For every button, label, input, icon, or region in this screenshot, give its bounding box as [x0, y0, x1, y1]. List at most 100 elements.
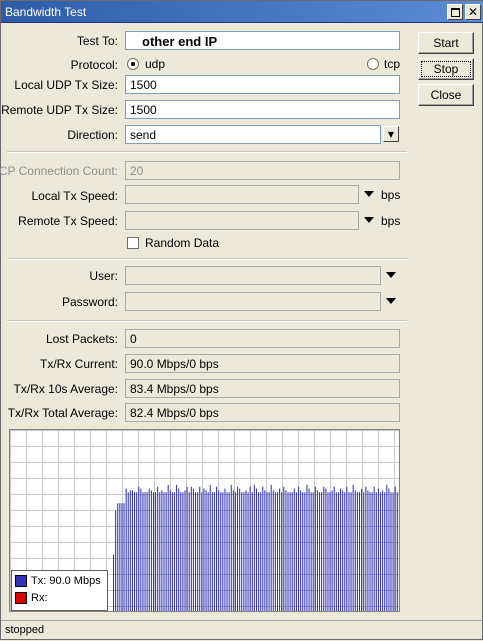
tx-bar [140, 488, 142, 611]
protocol-tcp-radio[interactable] [367, 58, 379, 70]
txrx-current-label: Tx/Rx Current: [39, 357, 118, 371]
remote-udp-tx-size-input[interactable]: 1500 [125, 100, 400, 119]
tx-bar [129, 490, 131, 611]
protocol-udp-radio[interactable] [127, 58, 139, 70]
restore-button[interactable] [447, 4, 463, 20]
tx-bar [180, 492, 182, 611]
stop-button[interactable]: Stop [418, 58, 474, 80]
tx-bar [194, 492, 197, 611]
tx-bar [361, 488, 363, 611]
tx-bar [167, 484, 169, 611]
tx-bar [226, 492, 228, 611]
tx-color-swatch [15, 575, 27, 587]
tx-bar [255, 488, 257, 611]
tx-bar [348, 492, 350, 611]
tx-bar [358, 492, 361, 611]
rx-color-swatch [15, 592, 27, 604]
local-udp-tx-size-label: Local UDP Tx Size: [14, 78, 118, 92]
random-data-label: Random Data [145, 236, 220, 250]
direction-select[interactable]: send [125, 125, 381, 144]
tx-bar [213, 492, 215, 611]
tx-bar [377, 488, 379, 611]
window-close-button[interactable]: ✕ [465, 4, 481, 20]
tx-bar [297, 486, 300, 611]
tx-bar [394, 486, 396, 611]
tx-bar [247, 492, 249, 611]
tx-bar [218, 490, 220, 611]
tcp-connection-count-input[interactable]: 20 [125, 161, 400, 180]
remote-udp-tx-size-label: Remote UDP Tx Size: [1, 103, 118, 117]
tx-bar [234, 492, 236, 611]
close-button[interactable]: Close [418, 84, 474, 106]
tx-bar [285, 490, 287, 611]
password-input[interactable] [125, 292, 381, 311]
tx-bar [203, 488, 205, 611]
txrx-current-value: 90.0 Mbps/0 bps [125, 354, 400, 373]
legend-rx: Rx: [15, 591, 48, 605]
tx-bar [171, 492, 173, 611]
tx-bar [373, 486, 375, 611]
local-tx-speed-dropdown-icon[interactable] [364, 191, 374, 197]
tx-bar [188, 492, 190, 611]
tx-bar [134, 492, 136, 611]
tx-bar [169, 490, 171, 611]
tx-bar [230, 484, 232, 611]
txrx-total-average-label: Tx/Rx Total Average: [7, 406, 118, 420]
password-dropdown-icon[interactable] [386, 298, 396, 304]
tx-bar [342, 490, 344, 611]
tx-bar [209, 484, 211, 611]
random-data-checkbox[interactable] [127, 237, 139, 249]
tx-bar [279, 488, 281, 611]
tx-bar [173, 492, 176, 611]
tx-bar [314, 486, 316, 611]
tx-bar [161, 490, 163, 611]
tx-bar [276, 492, 279, 611]
tx-bar [131, 490, 133, 611]
direction-dropdown-button[interactable]: ▼ [383, 126, 399, 142]
remote-tx-speed-dropdown-icon[interactable] [364, 217, 374, 223]
tx-bar [125, 488, 127, 611]
tx-bar [365, 486, 367, 611]
title-bar[interactable]: Bandwidth Test ✕ [1, 1, 483, 23]
tx-bar [268, 492, 270, 611]
tx-bar [157, 486, 159, 611]
tx-bar [266, 492, 268, 611]
graph-legend: Tx: 90.0 Mbps Rx: [11, 570, 108, 611]
txrx-total-average-value: 82.4 Mbps/0 bps [125, 403, 400, 422]
bandwidth-test-window: Bandwidth Test ✕ Test To: other end IP P… [0, 0, 483, 640]
tx-bar [253, 484, 255, 611]
remote-tx-speed-input[interactable] [125, 211, 359, 230]
tx-bar [228, 492, 230, 611]
tx-bar [340, 488, 342, 611]
tx-bar [159, 492, 161, 611]
tx-bar [192, 488, 194, 611]
tx-bar [113, 554, 115, 611]
tx-bar [165, 492, 167, 611]
tx-bar [390, 492, 392, 611]
user-input[interactable] [125, 266, 381, 285]
tx-bar [182, 492, 184, 611]
tx-bar [316, 490, 318, 611]
direction-label: Direction: [67, 128, 118, 142]
tx-bar [386, 484, 388, 611]
status-bar: stopped [1, 620, 483, 641]
tx-bar [287, 492, 289, 611]
start-button[interactable]: Start [418, 32, 474, 54]
tx-bar [121, 503, 123, 611]
tx-bar [245, 490, 247, 611]
tx-bar [371, 492, 373, 611]
local-tx-speed-input[interactable] [125, 185, 359, 204]
tx-bar [321, 492, 323, 611]
local-udp-tx-size-input[interactable]: 1500 [125, 75, 400, 94]
tx-bar [222, 492, 224, 611]
tx-bar [350, 492, 352, 611]
tx-bar [239, 488, 241, 611]
separator [7, 151, 407, 153]
user-dropdown-icon[interactable] [386, 272, 396, 278]
protocol-udp-label: udp [145, 57, 166, 71]
lost-packets-label: Lost Packets: [45, 332, 118, 346]
test-to-input[interactable]: other end IP [125, 31, 400, 50]
tx-bar [392, 492, 394, 611]
tx-bar [352, 484, 354, 611]
tx-bar [356, 492, 358, 611]
